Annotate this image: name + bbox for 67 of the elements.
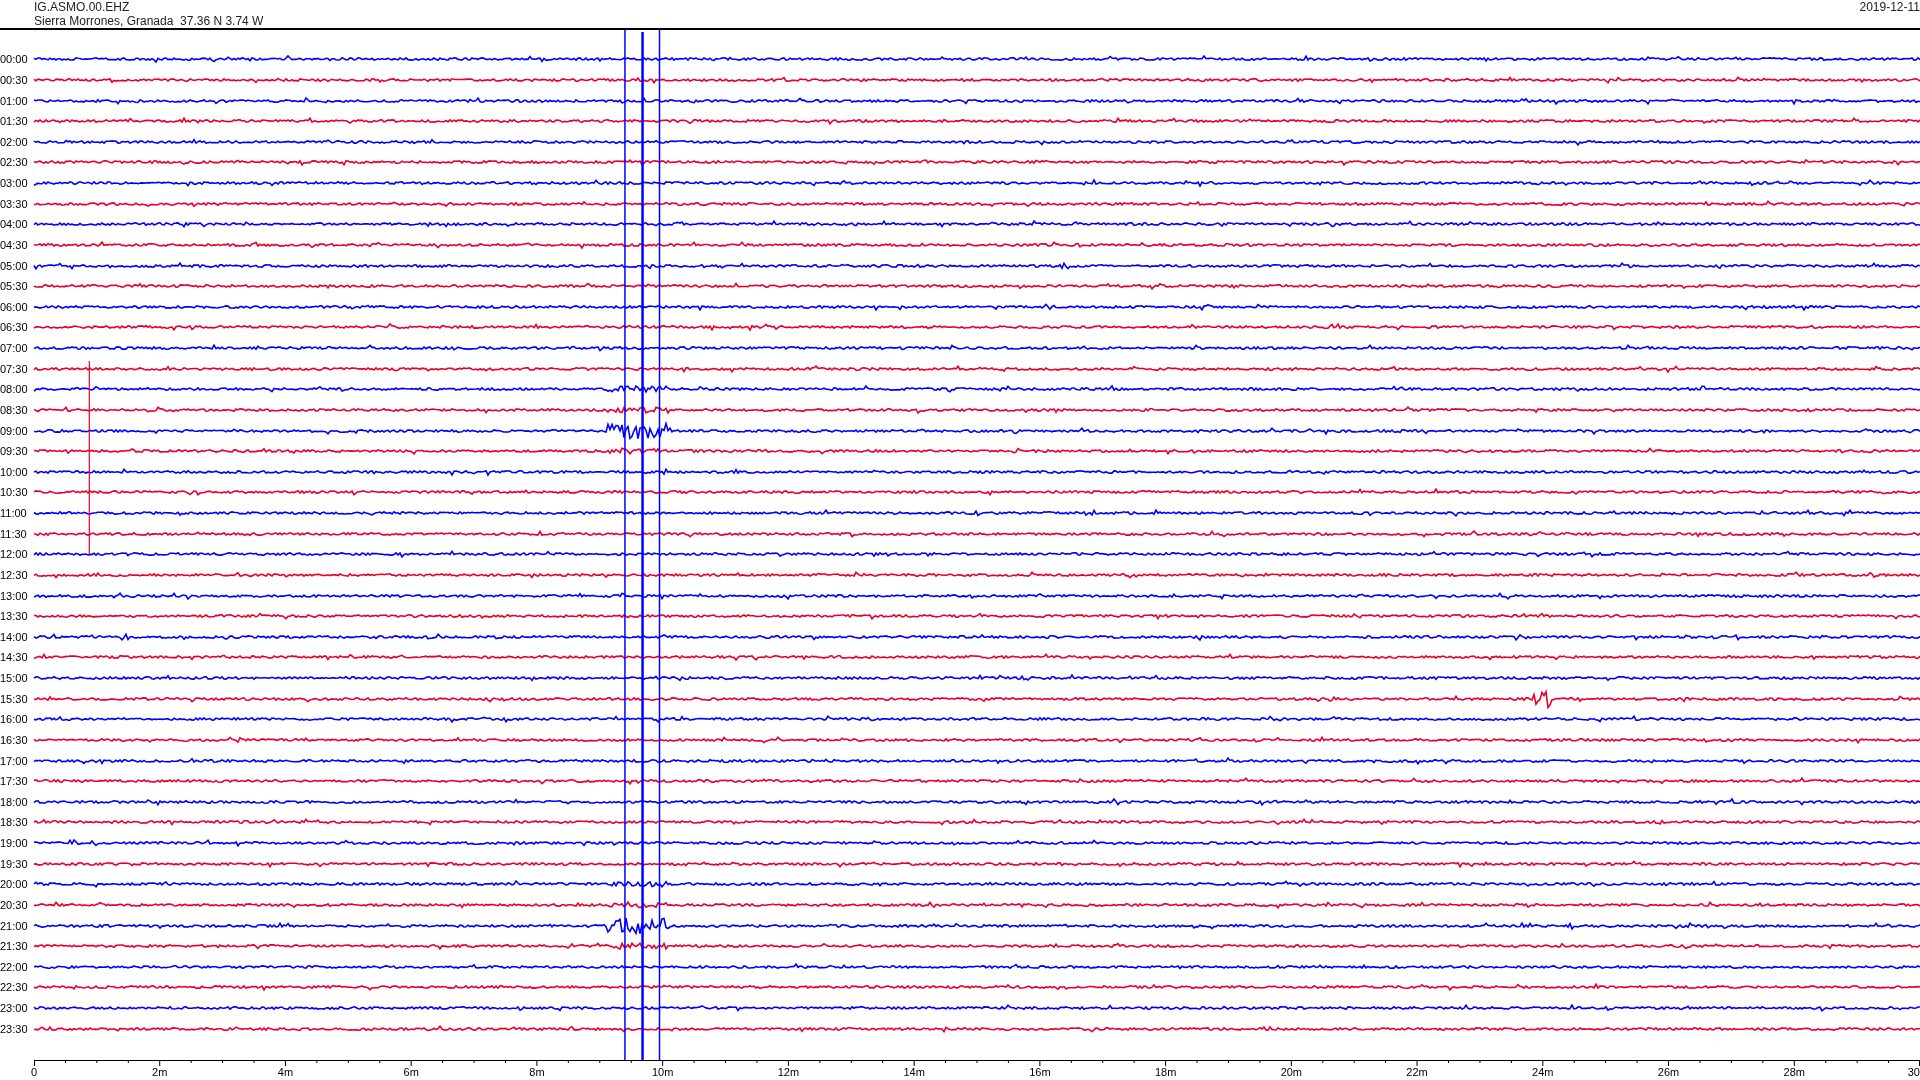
time-label: 12:00 xyxy=(0,548,29,561)
time-label: 07:30 xyxy=(0,362,29,375)
time-label: 09:30 xyxy=(0,445,29,458)
time-label: 00:30 xyxy=(0,73,29,86)
time-label: 16:30 xyxy=(0,733,29,746)
time-label: 05:00 xyxy=(0,259,29,272)
axis-tick-label: 18m xyxy=(1154,1066,1177,1078)
time-label: 20:30 xyxy=(0,898,29,911)
time-label: 02:30 xyxy=(0,156,29,169)
time-label: 18:00 xyxy=(0,795,29,808)
time-label: 08:00 xyxy=(0,383,29,396)
time-label: 05:30 xyxy=(0,280,29,293)
time-label: 09:00 xyxy=(0,424,29,437)
time-label: 15:00 xyxy=(0,672,29,685)
time-label: 01:00 xyxy=(0,94,29,107)
time-label: 21:30 xyxy=(0,940,29,953)
time-label: 22:30 xyxy=(0,981,29,994)
time-label: 01:30 xyxy=(0,115,29,128)
time-label: 15:30 xyxy=(0,692,29,705)
date-label: 2019-12-11 xyxy=(1859,0,1920,14)
time-label: 10:30 xyxy=(0,486,29,499)
time-label: 14:30 xyxy=(0,651,29,664)
axis-tick-label: 14m xyxy=(903,1066,925,1078)
time-label: 06:30 xyxy=(0,321,29,334)
axis-tick-label: 12m xyxy=(777,1066,800,1078)
time-label: 03:00 xyxy=(0,177,29,190)
time-label: 13:30 xyxy=(0,610,29,623)
axis-tick-label: 26m xyxy=(1657,1066,1680,1078)
time-label: 02:00 xyxy=(0,135,29,148)
time-label: 21:00 xyxy=(0,919,29,932)
time-label: 08:30 xyxy=(0,403,29,416)
station-location: Sierra Morrones, Granada 37.36 N 3.74 W xyxy=(34,14,264,28)
time-label: 22:00 xyxy=(0,960,29,973)
time-label: 17:00 xyxy=(0,754,29,767)
time-label: 19:30 xyxy=(0,857,29,870)
axis-tick-label: 6m xyxy=(403,1066,419,1078)
axis-tick-label: 22m xyxy=(1406,1066,1428,1078)
time-label: 20:00 xyxy=(0,878,29,891)
time-label: 13:00 xyxy=(0,589,29,602)
axis-tick-label: 4m xyxy=(277,1066,294,1078)
time-label: 10:00 xyxy=(0,465,29,478)
axis-tick-label: 16m xyxy=(1029,1066,1051,1078)
axis-tick-label: 2m xyxy=(152,1066,168,1078)
time-label: 18:30 xyxy=(0,816,29,829)
axis-tick-label: 10m xyxy=(651,1066,674,1078)
axis-tick-label: 0 xyxy=(31,1066,38,1078)
axis-tick-label: 20m xyxy=(1280,1066,1303,1078)
axis-tick-label: 8m xyxy=(529,1066,545,1078)
time-label: 11:00 xyxy=(0,507,28,520)
time-label: 16:00 xyxy=(0,713,29,726)
time-label: 23:00 xyxy=(0,1002,29,1015)
time-label: 04:00 xyxy=(0,218,29,231)
time-label: 12:30 xyxy=(0,568,29,581)
time-label: 03:30 xyxy=(0,197,29,210)
time-label: 06:00 xyxy=(0,300,29,313)
axis-tick-label: 28m xyxy=(1783,1066,1805,1078)
time-label: 23:30 xyxy=(0,1022,29,1035)
axis-tick-label: 24m xyxy=(1532,1066,1554,1078)
axis-tick-label: 30 xyxy=(1907,1066,1920,1078)
time-label: 00:00 xyxy=(0,53,29,66)
time-label: 19:00 xyxy=(0,837,29,850)
time-label: 17:30 xyxy=(0,775,29,788)
time-label: 07:00 xyxy=(0,342,29,355)
station-code: IG.ASMO.00.EHZ xyxy=(34,0,131,14)
time-label: 04:30 xyxy=(0,238,29,251)
time-label: 14:00 xyxy=(0,630,29,643)
time-label: 11:30 xyxy=(0,527,28,540)
